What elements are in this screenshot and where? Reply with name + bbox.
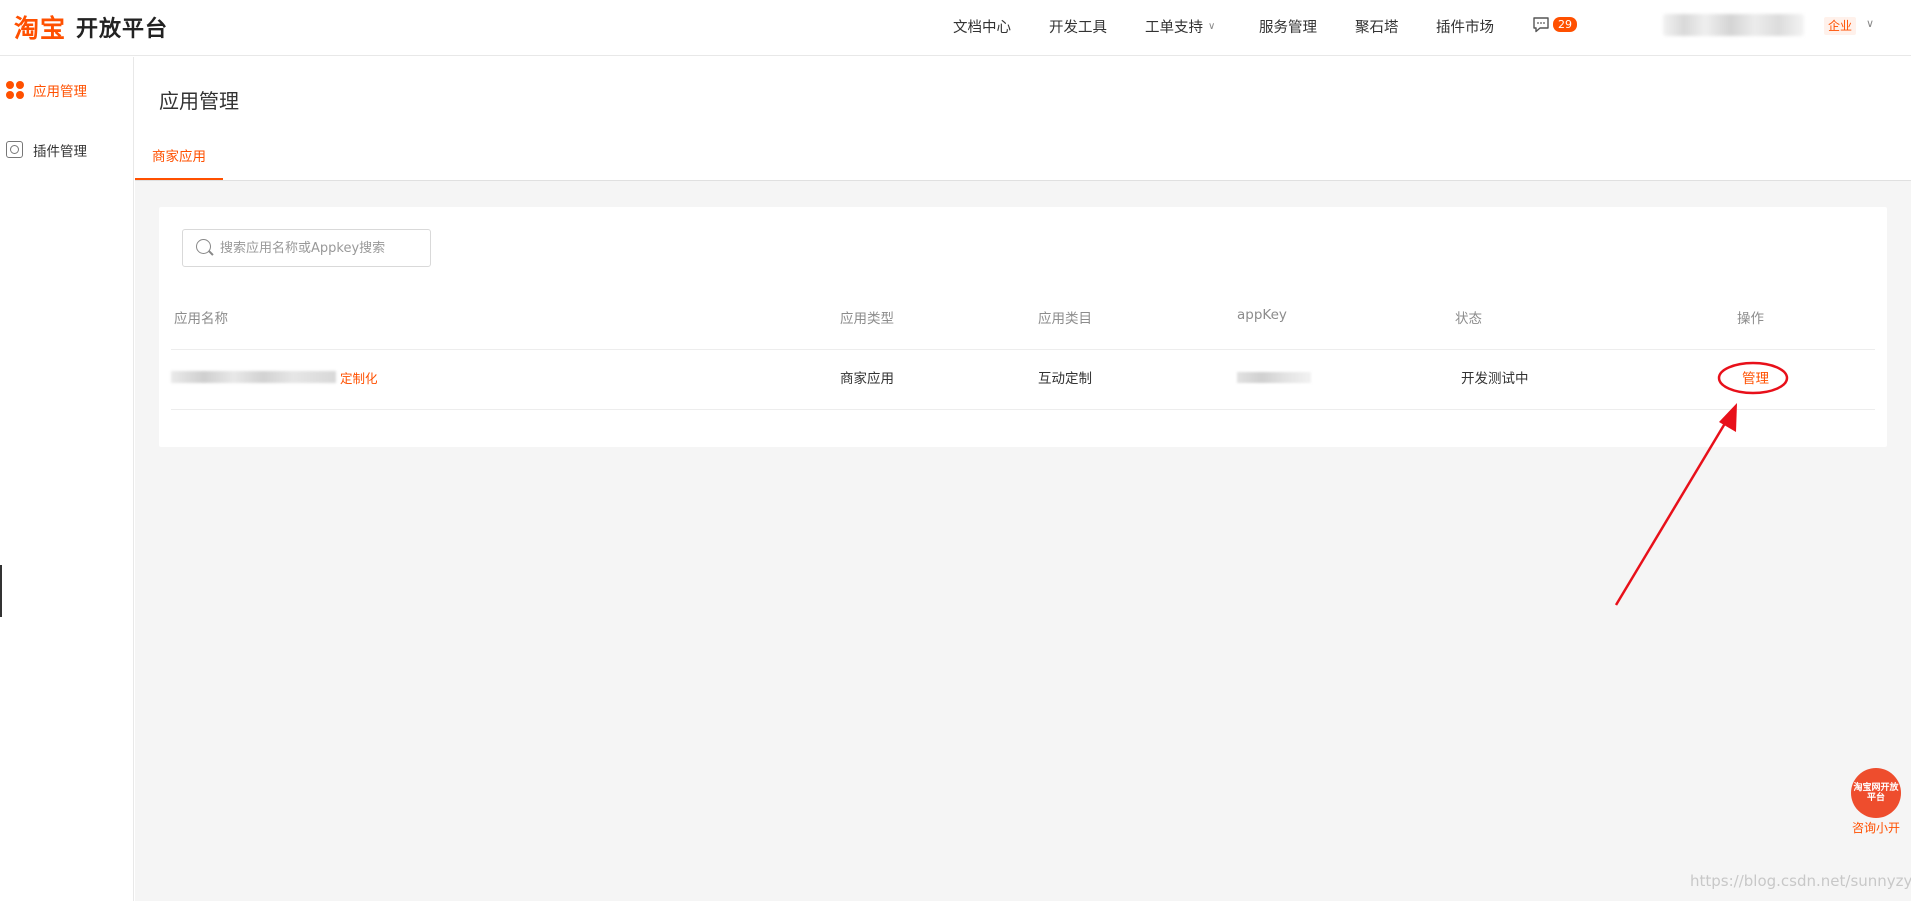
- logo-platform-text: 开放平台: [76, 17, 169, 42]
- sidebar-item-plugin-management[interactable]: 插件管理: [6, 140, 87, 160]
- plugin-icon: [6, 141, 24, 159]
- search-input[interactable]: [220, 237, 420, 259]
- manage-button[interactable]: 管理: [1742, 367, 1769, 387]
- column-header-app-type: 应用类型: [840, 311, 894, 327]
- nav-label: 工单支持: [1145, 19, 1203, 36]
- page-header: 应用管理 商家应用: [135, 57, 1911, 181]
- logo-taobao-text: 淘宝: [14, 14, 67, 43]
- account-name-blurred[interactable]: [1663, 14, 1804, 36]
- grid-dots-icon: [6, 81, 24, 99]
- taobao-open-platform-logo[interactable]: 淘宝 开放平台: [14, 10, 168, 44]
- nav-label: 插件市场: [1436, 19, 1494, 36]
- chevron-down-icon: ∨: [1208, 20, 1216, 32]
- nav-ticket-support[interactable]: 工单支持 ∨: [1145, 0, 1215, 52]
- tab-merchant-apps[interactable]: 商家应用: [135, 142, 223, 180]
- app-name-blurred: [171, 371, 336, 383]
- column-header-app-category: 应用类目: [1038, 311, 1092, 327]
- nav-docs-center[interactable]: 文档中心: [953, 0, 1011, 52]
- sidebar: 应用管理 插件管理: [0, 57, 134, 901]
- sidebar-item-label: 插件管理: [33, 144, 87, 160]
- table-divider: [171, 409, 1875, 410]
- messages-button[interactable]: 29: [1532, 16, 1577, 33]
- nav-label: 文档中心: [953, 19, 1011, 36]
- nav-label: 服务管理: [1259, 19, 1317, 36]
- column-header-actions: 操作: [1737, 311, 1764, 327]
- cell-status: 开发测试中: [1461, 371, 1529, 387]
- nav-service-management[interactable]: 服务管理: [1259, 0, 1317, 52]
- search-box: [182, 229, 431, 267]
- message-count-badge: 29: [1553, 17, 1577, 32]
- column-header-appkey: appKey: [1237, 307, 1287, 323]
- nav-plugin-market[interactable]: 插件市场: [1436, 0, 1494, 52]
- cell-app-type: 商家应用: [840, 371, 894, 387]
- nav-label: 开发工具: [1049, 19, 1107, 36]
- column-header-status: 状态: [1455, 311, 1482, 327]
- cell-app-category: 互动定制: [1038, 371, 1092, 387]
- consult-assistant-button[interactable]: 淘宝网开放平台 咨询小开: [1850, 768, 1902, 836]
- app-list-card: 应用名称 应用类型 应用类目 appKey 状态 操作 定制化 商家应用 互动定…: [159, 207, 1887, 447]
- customization-tag: 定制化: [340, 371, 378, 386]
- chevron-down-icon[interactable]: ∨: [1866, 17, 1874, 30]
- table-divider: [171, 349, 1875, 350]
- search-icon: [196, 239, 211, 254]
- nav-jushita[interactable]: 聚石塔: [1355, 0, 1399, 52]
- sidebar-item-label: 应用管理: [33, 84, 87, 100]
- nav-dev-tools[interactable]: 开发工具: [1049, 0, 1107, 52]
- page-title: 应用管理: [159, 89, 239, 113]
- watermark: https://blog.csdn.net/sunnyzyq: [1690, 872, 1911, 890]
- message-bubble-icon: [1533, 17, 1549, 33]
- sidebar-collapse-handle[interactable]: [0, 565, 2, 617]
- main-content: 应用管理 商家应用 应用名称 应用类型 应用类目 appKey 状态 操作 定制…: [135, 57, 1911, 901]
- consult-label: 咨询小开: [1851, 821, 1900, 835]
- assistant-avatar-icon: 淘宝网开放平台: [1851, 768, 1901, 818]
- nav-label: 聚石塔: [1355, 19, 1399, 36]
- sidebar-item-app-management[interactable]: 应用管理: [6, 80, 87, 100]
- enterprise-badge: 企业: [1824, 17, 1857, 35]
- top-navigation-bar: 淘宝 开放平台 文档中心 开发工具 工单支持 ∨ 服务管理 聚石塔 插件市场 2…: [0, 0, 1911, 56]
- column-header-app-name: 应用名称: [174, 311, 228, 327]
- appkey-blurred: [1237, 372, 1311, 383]
